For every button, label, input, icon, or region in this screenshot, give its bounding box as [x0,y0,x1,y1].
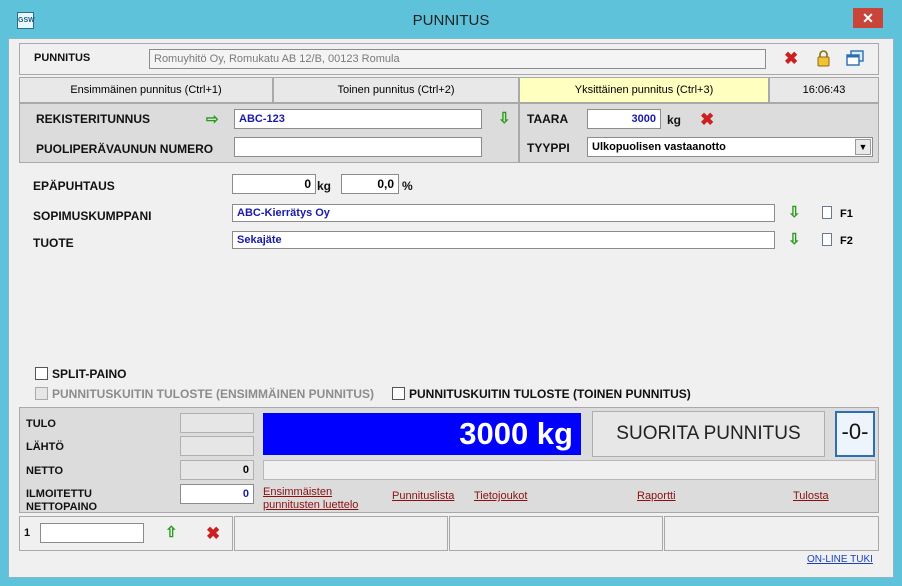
gross-in-label: TULO [26,418,56,430]
receipt-first-checkbox [35,387,48,400]
lock-icon[interactable] [817,50,830,67]
partner-input[interactable]: ABC-Kierrätys Oy [232,204,775,222]
counter-label: 1 [24,527,31,539]
reported-net-label-line2: NETTOPAINO [26,501,98,513]
tare-unit: kg [667,113,682,127]
arrow-up-icon[interactable]: ⇧ [165,525,178,540]
partner-shortcut-key: F1 [840,208,853,220]
gross-out-label: LÄHTÖ [26,441,64,453]
reported-net-label-line1: ILMOITETTU [26,488,92,500]
trailer-label: PUOLIPERÄVAUNUN NUMERO [36,142,214,156]
clock-display: 16:06:43 [769,77,879,103]
first-weighings-list-link-line1[interactable]: Ensimmäisten [263,486,332,498]
client-area: PUNNITUS Romuyhitö Oy, Romukatu AB 12/B,… [8,38,894,578]
tab-second-weighing[interactable]: Toinen punnitus (Ctrl+2) [273,77,519,103]
partner-label: SOPIMUSKUMPPANI [33,209,152,223]
first-weighings-list-link-line2[interactable]: punnitusten luettelo [263,499,358,511]
net-value: 0 [180,460,254,480]
tare-label: TAARA [527,112,569,126]
gross-out-value [180,436,254,456]
receipt-second-label: PUNNITUSKUITIN TULOSTE (TOINEN PUNNITUS) [409,387,691,401]
reported-net-input[interactable]: 0 [180,484,254,504]
impurity-label: EPÄPUHTAUS [33,179,115,193]
report-link[interactable]: Raportti [637,490,676,502]
product-input[interactable]: Sekajäte [232,231,775,249]
impurity-pct-unit: % [402,179,413,193]
arrow-right-icon[interactable]: ⇨ [206,112,219,127]
split-weight-checkbox[interactable] [35,367,48,380]
registration-lookup-arrow-icon[interactable]: ⇩ [498,111,511,126]
clear-counter-icon[interactable]: ✖ [206,525,220,542]
net-label: NETTO [26,465,64,477]
weighing-list-link[interactable]: Punnituslista [392,490,454,502]
registration-input[interactable]: ABC-123 [234,109,482,129]
print-link[interactable]: Tulosta [793,490,829,502]
perform-weighing-button[interactable]: SUORITA PUNNITUS [592,411,825,457]
tare-input[interactable]: 3000 [587,109,661,129]
footer-counter-panel: 1 ⇧ ✖ [19,516,233,551]
partner-document-icon[interactable] [822,206,832,219]
type-select-value: Ulkopuolisen vastaanotto [592,141,726,153]
application-window: GSW PUNNITUS ✕ PUNNITUS Romuyhitö Oy, Ro… [0,0,902,586]
impurity-kg-input[interactable]: 0 [232,174,316,194]
datasets-link[interactable]: Tietojoukot [474,490,527,502]
tare-panel: TAARA 3000 kg ✖ TYYPPI Ulkopuolisen vast… [519,103,879,163]
product-document-icon[interactable] [822,233,832,246]
receipt-first-label: PUNNITUSKUITIN TULOSTE (ENSIMMÄINEN PUNN… [52,387,374,401]
impurity-kg-unit: kg [317,179,332,193]
vehicle-panel: REKISTERITUNNUS ⇨ ABC-123 ⇩ PUOLIPERÄVAU… [19,103,519,163]
header-panel: PUNNITUS Romuyhitö Oy, Romukatu AB 12/B,… [19,43,879,75]
window-close-button[interactable]: ✕ [853,8,883,28]
weights-panel: TULO LÄHTÖ NETTO 0 ILMOITETTU NETTOPAINO… [19,407,879,513]
window-title: PUNNITUS [412,12,490,29]
product-label: TUOTE [33,236,74,250]
clear-tare-icon[interactable]: ✖ [700,111,714,128]
delete-icon[interactable]: ✖ [784,50,798,67]
product-lookup-arrow-icon[interactable]: ⇩ [788,232,801,247]
type-label: TYYPPI [527,141,570,155]
scale-weight-display: 3000 kg [263,413,581,455]
partner-lookup-arrow-icon[interactable]: ⇩ [788,205,801,220]
footer-panel-2 [234,516,448,551]
window-restore-icon[interactable] [846,50,864,67]
title-bar[interactable]: GSW PUNNITUS ✕ [0,0,902,38]
tab-first-weighing[interactable]: Ensimmäinen punnitus (Ctrl+1) [19,77,273,103]
trailer-input[interactable] [234,137,482,157]
footer-panel-4 [664,516,879,551]
product-shortcut-key: F2 [840,235,853,247]
chevron-down-icon[interactable]: ▼ [855,139,871,155]
split-weight-label: SPLIT-PAINO [52,367,127,381]
address-field[interactable]: Romuyhitö Oy, Romukatu AB 12/B, 00123 Ro… [149,49,766,69]
registration-label: REKISTERITUNNUS [36,112,151,126]
status-bar [263,460,876,480]
type-select[interactable]: Ulkopuolisen vastaanotto ▼ [587,137,873,157]
impurity-pct-input[interactable]: 0,0 [341,174,399,194]
receipt-second-checkbox[interactable] [392,387,405,400]
gross-in-value [180,413,254,433]
counter-input[interactable] [40,523,144,543]
header-label: PUNNITUS [34,52,91,64]
zero-scale-button[interactable]: -0- [835,411,875,457]
online-support-link[interactable]: ON-LINE TUKI [807,554,873,565]
tab-single-weighing[interactable]: Yksittäinen punnitus (Ctrl+3) [519,77,769,103]
footer-panel-3 [449,516,663,551]
